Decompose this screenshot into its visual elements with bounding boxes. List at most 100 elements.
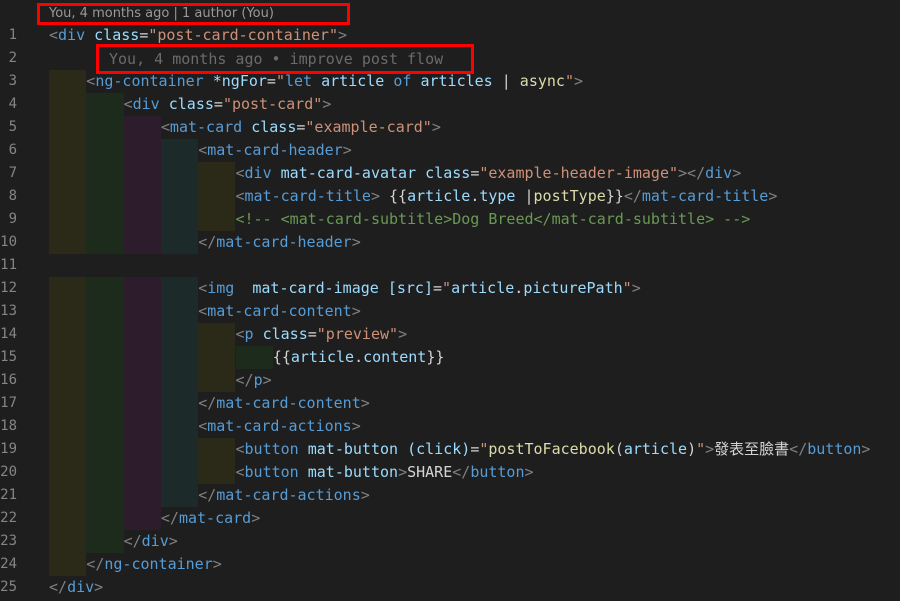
code-line[interactable]: 25 </div> — [0, 576, 900, 599]
code-line[interactable]: 6 <mat-card-header> — [0, 139, 900, 162]
code-line[interactable]: 11 — [0, 254, 900, 277]
code-token: . — [514, 279, 524, 297]
code-token: article — [451, 279, 515, 297]
code-token: "post-card-container" — [148, 26, 338, 44]
indent-guide — [86, 116, 124, 139]
code-token: > — [732, 164, 742, 182]
code-line[interactable]: 15 {{article.content}} — [0, 346, 900, 369]
code-line[interactable]: 5 <mat-card class="example-card"> — [0, 116, 900, 139]
indent-guide — [123, 185, 161, 208]
indent-guide — [123, 507, 161, 530]
code-token: mat-button — [307, 440, 399, 458]
indent-guide — [49, 438, 87, 461]
code-text: <mat-card-content> — [198, 300, 361, 323]
code-token: > — [431, 118, 441, 136]
code-token: div — [141, 532, 169, 550]
code-token: < — [235, 164, 245, 182]
code-token: < — [49, 26, 59, 44]
code-line[interactable]: 14 <p class="preview"> — [0, 323, 900, 346]
code-token: mat-card-header — [207, 141, 343, 159]
line-number: 17 — [0, 395, 17, 411]
code-token: div — [244, 164, 272, 182]
indent-guide — [86, 438, 124, 461]
code-token: = — [139, 26, 149, 44]
indent-guide — [86, 484, 124, 507]
indent-guide — [160, 392, 199, 415]
line-number: 6 — [8, 142, 17, 158]
code-token: content — [363, 348, 427, 366]
code-editor[interactable]: 1 <div class="post-card-container"> 2 3 <ng-… — [0, 24, 900, 601]
line-number: 7 — [8, 165, 17, 181]
line-number: 13 — [0, 303, 17, 319]
code-line[interactable]: 18 <mat-card-actions> — [0, 415, 900, 438]
code-line[interactable]: 13 <mat-card-content> — [0, 300, 900, 323]
indent-guide — [123, 116, 161, 139]
indent-guide — [160, 300, 199, 323]
code-text: <button mat-button (click)="postToFacebo… — [236, 438, 871, 461]
indent-guide — [198, 208, 236, 231]
line-number: 1 — [8, 27, 17, 43]
code-line[interactable]: 19 <button mat-button (click)="postToFace… — [0, 438, 900, 461]
code-line[interactable]: 7 <div mat-card-avatar class="example-hea… — [0, 162, 900, 185]
code-token: button — [244, 440, 299, 458]
code-line[interactable]: 17 </mat-card-content> — [0, 392, 900, 415]
code-token: = — [470, 164, 480, 182]
code-token: <!-- <mat-card-subtitle>Dog Breed</mat-c… — [235, 210, 751, 228]
code-token: = — [266, 72, 276, 90]
indent-guide — [160, 415, 199, 438]
indent-guide — [49, 162, 87, 185]
code-token: > — [360, 486, 370, 504]
code-token: postType — [533, 187, 606, 205]
code-token: button — [244, 463, 299, 481]
indent-guide — [160, 369, 199, 392]
code-token: > — [631, 279, 641, 297]
line-number: 12 — [0, 280, 17, 296]
line-number: 23 — [0, 533, 17, 549]
code-line[interactable]: 9 <!-- <mat-card-subtitle>Dog Breed</mat-… — [0, 208, 900, 231]
code-token: < — [235, 187, 245, 205]
code-token: let — [284, 72, 313, 90]
code-token: (click) — [407, 440, 471, 458]
code-line[interactable]: 4 <div class="post-card"> — [0, 93, 900, 116]
code-token: p — [253, 371, 263, 389]
indent-guide — [86, 300, 124, 323]
line-number: 14 — [0, 326, 17, 342]
indent-guide — [86, 415, 124, 438]
code-token: </ — [86, 555, 105, 573]
line-number: 20 — [0, 464, 17, 480]
indent-guide — [123, 461, 161, 484]
code-token: articles — [420, 72, 493, 90]
code-line[interactable]: 23 </div> — [0, 530, 900, 553]
code-token: > — [370, 187, 380, 205]
code-token: = — [433, 279, 443, 297]
code-line[interactable]: 24 </ng-container> — [0, 553, 900, 576]
code-line[interactable]: 12 <img mat-card-image [src]="article.pic… — [0, 277, 900, 300]
indent-guide — [198, 369, 236, 392]
code-token: mat-card-header — [216, 233, 352, 251]
code-line[interactable]: 20 <button mat-button>SHARE</button> — [0, 461, 900, 484]
code-token: "post-card" — [222, 95, 323, 113]
code-line[interactable]: 22 </mat-card> — [0, 507, 900, 530]
code-token: div — [705, 164, 733, 182]
code-token: "example-header-image" — [479, 164, 679, 182]
code-line[interactable]: 21 </mat-card-actions> — [0, 484, 900, 507]
line-number: 10 — [0, 234, 17, 250]
indent-guide — [86, 461, 124, 484]
code-token: < — [198, 302, 208, 320]
code-text: </p> — [236, 369, 272, 392]
indent-guide — [49, 530, 87, 553]
code-token: > — [573, 72, 584, 90]
code-token: async — [519, 72, 565, 90]
code-line[interactable]: 16 </p> — [0, 369, 900, 392]
inline-blame-text[interactable]: You, 4 months ago • improve post flow — [109, 48, 443, 71]
code-token: > — [168, 532, 178, 550]
code-line[interactable]: 10 </mat-card-header> — [0, 231, 900, 254]
code-text: {{article.content}} — [273, 346, 445, 369]
code-line[interactable]: 8 <mat-card-title> {{article.type |postTy… — [0, 185, 900, 208]
indent-guide — [123, 277, 161, 300]
line-number: 15 — [0, 349, 17, 365]
